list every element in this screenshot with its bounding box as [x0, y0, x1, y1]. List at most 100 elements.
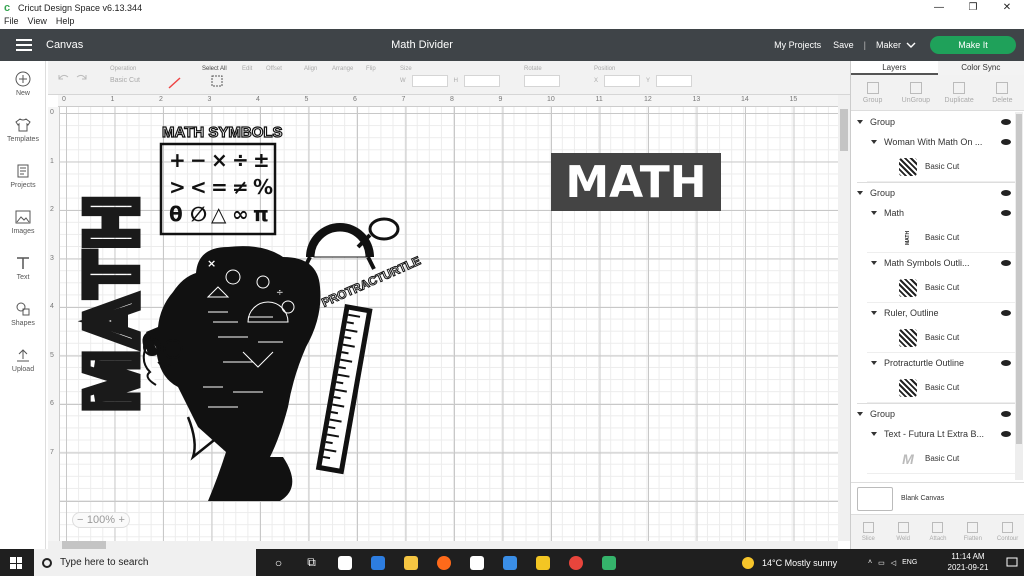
caret-down-icon[interactable]	[871, 311, 877, 315]
eye-icon[interactable]	[1001, 310, 1011, 316]
woman-with-math-graphic[interactable]: × ÷	[142, 246, 321, 501]
project-title[interactable]: Math Divider	[0, 39, 844, 51]
layer-cut-row[interactable]: Basic Cut	[867, 373, 1015, 403]
layer-cut-row[interactable]: Basic Cut	[867, 273, 1015, 303]
layer-cut-row[interactable]: M Basic Cut	[867, 444, 1015, 474]
delete-button[interactable]: Delete	[981, 75, 1024, 110]
sidebar-images-button[interactable]: Images	[0, 199, 46, 245]
weld-button[interactable]: Weld	[886, 515, 921, 549]
my-projects-link[interactable]: My Projects	[774, 40, 821, 50]
caret-down-icon[interactable]	[857, 412, 863, 416]
operation-select[interactable]: Basic Cut	[110, 75, 170, 87]
language-indicator[interactable]: ENG	[902, 559, 917, 566]
caret-down-icon[interactable]	[871, 211, 877, 215]
layer-group-row[interactable]: Group	[851, 404, 1015, 424]
undo-redo-icons[interactable]	[56, 71, 90, 83]
eye-icon[interactable]	[1001, 360, 1011, 366]
zoom-out-button[interactable]: −	[77, 514, 83, 526]
ungroup-button[interactable]: UnGroup	[894, 75, 937, 110]
tray-chevron-icon[interactable]: ˄	[868, 559, 872, 566]
layer-item-row[interactable]: Math Symbols Outli...	[851, 253, 1015, 273]
mail-icon[interactable]	[460, 549, 493, 576]
sidebar-shapes-button[interactable]: Shapes	[0, 291, 46, 337]
machine-select[interactable]: Maker	[876, 40, 901, 50]
arrange-group[interactable]: Arrange	[332, 66, 353, 72]
layer-cut-row[interactable]: Basic Cut	[867, 152, 1015, 182]
tab-layers[interactable]: Layers	[851, 61, 938, 75]
layer-group-row[interactable]: Group	[851, 112, 1015, 132]
windows-start-icon[interactable]	[10, 557, 22, 569]
caret-down-icon[interactable]	[871, 361, 877, 365]
layer-item-row[interactable]: Protracturtle Outline	[851, 353, 1015, 373]
layer-item-row[interactable]: Math	[851, 203, 1015, 223]
firefox-icon[interactable]	[394, 549, 427, 576]
eye-icon[interactable]	[1001, 431, 1011, 437]
network-icon[interactable]: ▭	[878, 559, 885, 567]
chrome-icon[interactable]	[526, 549, 559, 576]
blank-canvas-swatch[interactable]	[857, 486, 893, 511]
blank-canvas-row[interactable]: Blank Canvas	[851, 482, 1024, 514]
cricut-taskbar-icon[interactable]	[559, 549, 592, 576]
slice-button[interactable]: Slice	[851, 515, 886, 549]
menu-view[interactable]: View	[28, 16, 47, 28]
caret-down-icon[interactable]	[871, 140, 877, 144]
edit-group[interactable]: Edit	[242, 66, 252, 72]
attach-button[interactable]: Attach	[921, 515, 956, 549]
protracturtle-graphic[interactable]: PROTRACTURTLE	[302, 217, 423, 310]
flatten-button[interactable]: Flatten	[955, 515, 990, 549]
sidebar-projects-button[interactable]: Projects	[0, 153, 46, 199]
height-input[interactable]	[464, 75, 501, 87]
canvas-artwork[interactable]: MATH MATH SYMBOLS + − × ÷ ±> < = ≠ %θ ∅ △ ∞ π × ÷ PR…	[48, 107, 838, 541]
zoom-in-button[interactable]: +	[119, 514, 125, 526]
canvas-vertical-scrollbar[interactable]	[838, 95, 850, 541]
sidebar-new-button[interactable]: New	[0, 61, 46, 107]
layer-item-row[interactable]: Ruler, Outline	[851, 303, 1015, 323]
caret-down-icon[interactable]	[857, 191, 863, 195]
amazon-icon[interactable]	[427, 549, 460, 576]
math-label-graphic[interactable]: MATH	[551, 153, 721, 211]
menu-file[interactable]: File	[4, 16, 19, 28]
flip-group[interactable]: Flip	[366, 66, 376, 72]
width-input[interactable]	[411, 75, 448, 87]
layer-group-row[interactable]: Group	[851, 183, 1015, 203]
ruler-graphic[interactable]	[315, 304, 373, 475]
eye-icon[interactable]	[1001, 210, 1011, 216]
taskbar-clock[interactable]: 11:14 AM 2021-09-21	[940, 551, 996, 573]
sidebar-text-button[interactable]: Text	[0, 245, 46, 291]
caret-down-icon[interactable]	[871, 432, 877, 436]
group-button[interactable]: Group	[851, 75, 894, 110]
menu-help[interactable]: Help	[56, 16, 75, 28]
sticky-notes-icon[interactable]	[493, 549, 526, 576]
math-vertical-text[interactable]: MATH	[68, 188, 157, 416]
contour-button[interactable]: Contour	[990, 515, 1024, 549]
eye-icon[interactable]	[1001, 190, 1011, 196]
offset-group[interactable]: Offset	[266, 66, 282, 72]
task-view-icon[interactable]: ○	[262, 549, 295, 576]
pen-color-icon[interactable]	[168, 77, 182, 89]
chevron-down-icon[interactable]	[906, 41, 916, 49]
caret-down-icon[interactable]	[857, 120, 863, 124]
caret-down-icon[interactable]	[871, 261, 877, 265]
taskbar-search[interactable]: Type here to search	[34, 549, 256, 576]
layer-cut-row[interactable]: Basic Cut	[867, 323, 1015, 353]
y-input[interactable]	[656, 75, 693, 87]
edge-icon[interactable]	[328, 549, 361, 576]
minimize-button[interactable]: —	[922, 0, 956, 16]
layer-item-row[interactable]: Woman With Math On ...	[851, 132, 1015, 152]
save-button[interactable]: Save	[833, 40, 854, 50]
eye-icon[interactable]	[1001, 260, 1011, 266]
canvas-horizontal-scrollbar[interactable]	[48, 541, 838, 549]
layers-scrollbar[interactable]	[1015, 112, 1023, 480]
tab-color-sync[interactable]: Color Sync	[937, 61, 1024, 75]
eye-icon[interactable]	[1001, 139, 1011, 145]
sidebar-templates-button[interactable]: Templates	[0, 107, 46, 153]
maximize-button[interactable]: ❐	[956, 0, 990, 16]
make-it-button[interactable]: Make It	[930, 36, 1016, 54]
eye-icon[interactable]	[1001, 411, 1011, 417]
math-symbols-graphic[interactable]: MATH SYMBOLS + − × ÷ ± > < = ≠ % θ ∅ △ ∞ π	[159, 123, 283, 236]
sidebar-upload-button[interactable]: Upload	[0, 337, 46, 383]
align-group[interactable]: Align	[304, 66, 317, 72]
weather-widget[interactable]: 14°C Mostly sunny	[742, 549, 837, 576]
taskview-icon[interactable]: ⧉	[295, 549, 328, 576]
volume-icon[interactable]: ◁	[891, 559, 896, 567]
